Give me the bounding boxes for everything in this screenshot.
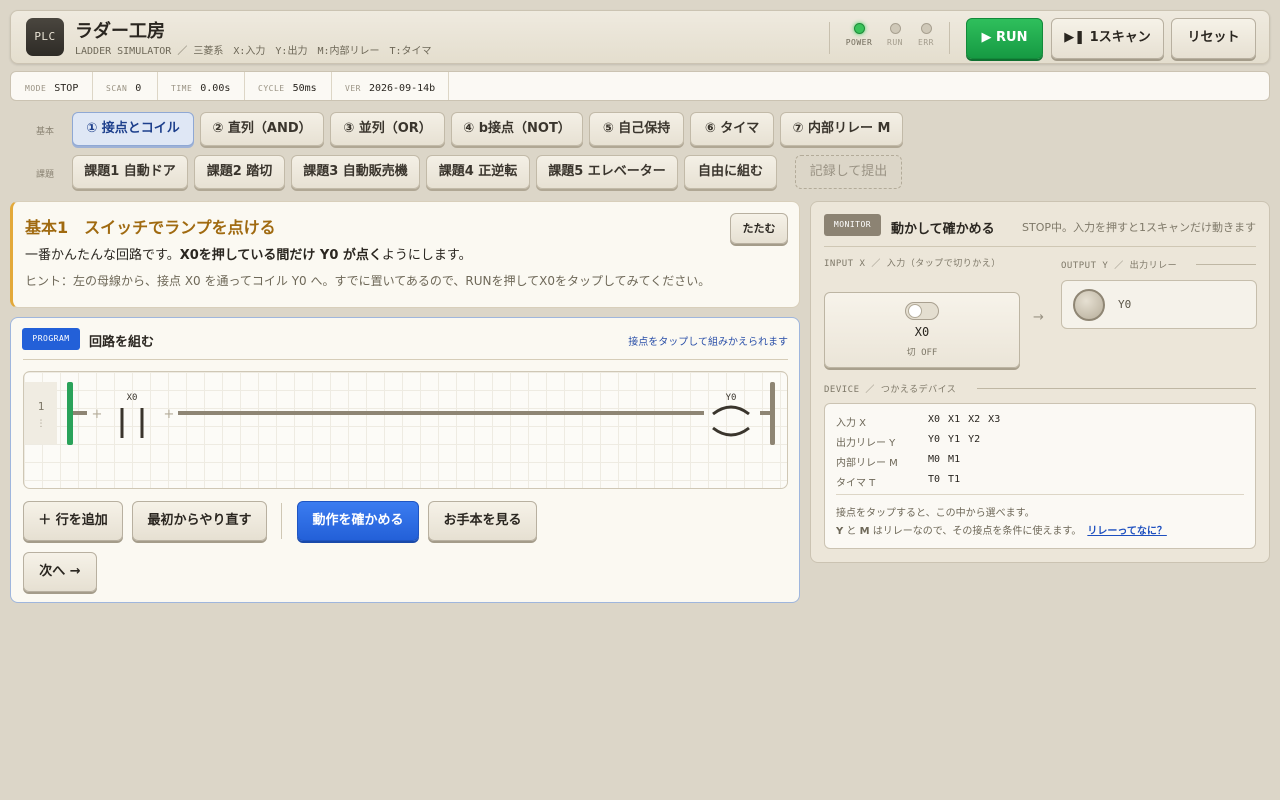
tasks-row-label: 課題	[36, 170, 55, 180]
err-lamp-icon	[920, 23, 932, 34]
output-section-label: OUTPUT Y ／ 出力リレー	[1061, 261, 1178, 271]
coil-y0[interactable]	[712, 405, 750, 437]
tab-task-5[interactable]: 課題5 エレベーター	[536, 155, 678, 189]
relay-help-link[interactable]: リレーってなに？	[1087, 526, 1167, 537]
input-state: 切 OFF	[906, 348, 938, 358]
ladder-editor[interactable]: 1 ⋮ + X0 + Y0	[23, 371, 788, 489]
output-lamp-icon	[1073, 289, 1105, 321]
lesson-title: 基本1 スイッチでランプを点ける	[25, 218, 276, 237]
tab-basic-3[interactable]: ③ 並列（OR）	[330, 112, 445, 146]
device-row: タイマ T T0 T1	[836, 474, 961, 489]
tab-task-4[interactable]: 課題4 正逆転	[426, 155, 530, 189]
header-divider	[949, 22, 950, 54]
tab-basic-5[interactable]: ⑤ 自己保持	[589, 112, 684, 146]
app-subtitle: LADDER SIMULATOR ／ 三菱系 X:入力 Y:出力 M:内部リレー…	[75, 46, 432, 57]
err-indicator: ERR	[911, 23, 941, 47]
run-label: RUN	[887, 38, 903, 47]
check-operation-button[interactable]: 動作を確かめる	[297, 501, 419, 541]
input-name: X0	[914, 325, 930, 339]
run-button[interactable]: ▶ RUN	[966, 18, 1043, 59]
lesson-card: 基本1 スイッチでランプを点ける 一番かんたんな回路です。X0を押している間だけ…	[10, 201, 800, 308]
device-row: 内部リレー M M0 M1	[836, 454, 961, 469]
program-title: 回路を組む	[89, 335, 155, 350]
tab-task-1[interactable]: 課題1 自動ドア	[72, 155, 188, 189]
run-indicator: RUN	[880, 23, 910, 47]
tab-basic-4[interactable]: ④ b接点（NOT）	[451, 112, 583, 146]
status-time: TIME 0.00s	[171, 83, 231, 94]
contact-label: X0	[127, 393, 138, 403]
device-list: 入力 X X0 X1 X2 X3 出力リレー Y Y0 Y1 Y2 内部リレー MM…	[824, 403, 1256, 549]
insert-point-icon[interactable]: +	[92, 407, 103, 422]
power-label: POWER	[845, 38, 873, 47]
device-section-label: DEVICE ／ つかえるデバイス	[824, 385, 957, 395]
left-power-rail	[67, 382, 73, 445]
status-bar: MODE STOP SCAN 0 TIME 0.00s CYCLE 50ms VER 20…	[10, 71, 1270, 101]
err-label: ERR	[918, 38, 934, 47]
lesson-description: 一番かんたんな回路です。X0を押している間だけ Y0 が点くようにします。	[25, 248, 472, 263]
input-section-label: INPUT X ／ 入力（タップで切りかえ）	[824, 259, 1001, 269]
restart-button[interactable]: 最初からやり直す	[132, 501, 267, 541]
monitor-panel: MONITOR 動かして確かめる STOP中。入力を押すと1スキャンだけ動きます…	[810, 201, 1270, 563]
coil-label: Y0	[726, 393, 737, 403]
reset-button[interactable]: リセット	[1171, 18, 1256, 59]
tab-basic-7[interactable]: ⑦ 内部リレー M	[780, 112, 903, 146]
lesson-hint: ヒント：左の母線から、接点 X0 を通ってコイル Y0 へ。すでに置いてあるので…	[25, 274, 711, 288]
device-note-relay: Y と M はリレーなので、その接点を条件に使えます。 リレーってなに？	[836, 526, 1167, 537]
program-badge: PROGRAM	[22, 328, 80, 350]
power-indicator: POWER	[844, 23, 874, 47]
next-button[interactable]: 次へ →	[23, 552, 97, 592]
rung-handle-icon[interactable]: ⋮	[37, 419, 46, 429]
tab-basic-6[interactable]: ⑥ タイマ	[690, 112, 774, 146]
device-row: 入力 X X0 X1 X2 X3	[836, 414, 1001, 429]
rung-number: 1	[38, 400, 45, 413]
app-title: ラダー工房	[75, 21, 165, 42]
output-name: Y0	[1118, 298, 1132, 311]
output-y0-card: Y0	[1061, 280, 1257, 329]
ladder-diagram: 1 ⋮ + X0 + Y0	[25, 382, 775, 445]
tab-basic-1[interactable]: ① 接点とコイル	[72, 112, 194, 146]
status-version: VER 2026-09-14b	[345, 83, 436, 94]
rung-number-cell	[25, 382, 57, 444]
monitor-note: STOP中。入力を押すと1スキャンだけ動きます	[1022, 221, 1256, 234]
tab-basic-2[interactable]: ② 直列（AND）	[200, 112, 324, 146]
status-mode: MODE STOP	[25, 83, 79, 94]
fold-button[interactable]: たたむ	[730, 213, 788, 244]
add-row-button[interactable]: ＋ 行を追加	[23, 501, 123, 541]
monitor-title: 動かして確かめる	[891, 222, 995, 237]
tab-free-build[interactable]: 自由に組む	[684, 155, 777, 189]
button-divider	[281, 503, 282, 539]
arrow-icon: →	[1033, 310, 1044, 325]
monitor-badge: MONITOR	[824, 214, 881, 236]
contact-x0[interactable]	[120, 408, 144, 438]
device-row: 出力リレー Y Y0 Y1 Y2	[836, 434, 981, 449]
program-note: 接点をタップして組みかえられます	[628, 337, 788, 348]
program-panel: PROGRAM 回路を組む 接点をタップして組みかえられます 1 ⋮ + X0 …	[10, 317, 800, 603]
run-lamp-icon	[889, 23, 901, 34]
submit-record-button[interactable]: 記録して提出	[795, 155, 902, 189]
power-lamp-icon	[853, 23, 865, 34]
tab-task-3[interactable]: 課題3 自動販売機	[291, 155, 420, 189]
right-power-rail	[770, 382, 775, 445]
input-x0-toggle[interactable]: X0 切 OFF	[824, 292, 1020, 368]
tab-task-2[interactable]: 課題2 踏切	[194, 155, 285, 189]
status-cycle: CYCLE 50ms	[258, 83, 317, 94]
single-scan-button[interactable]: ▶❚ 1スキャン	[1051, 18, 1164, 59]
status-scan: SCAN 0	[106, 83, 142, 94]
basics-row-label: 基本	[36, 127, 55, 137]
app-header: PLC ラダー工房 LADDER SIMULATOR ／ 三菱系 X:入力 Y:…	[10, 10, 1270, 64]
insert-point-icon[interactable]: +	[164, 407, 175, 422]
plc-logo: PLC	[26, 18, 64, 56]
header-divider	[829, 22, 830, 54]
toggle-switch-icon[interactable]	[905, 302, 939, 320]
view-example-button[interactable]: お手本を見る	[428, 501, 537, 541]
device-note: 接点をタップすると、この中から選べます。	[836, 508, 1035, 519]
